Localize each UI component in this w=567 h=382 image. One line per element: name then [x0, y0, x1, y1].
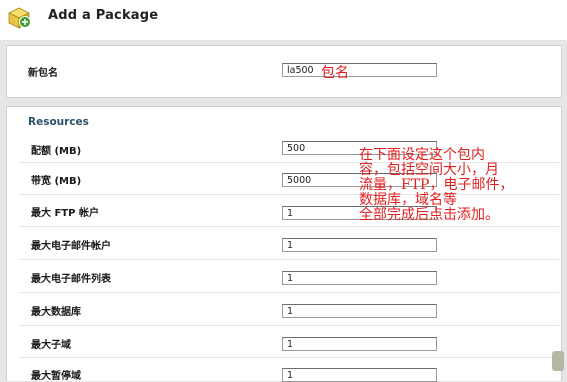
package-name-panel: 新包名 — [6, 45, 562, 98]
package-name-row: 新包名 — [19, 46, 559, 97]
resource-row-email: 最大电子邮件帐户 — [19, 226, 559, 260]
max-ftp-accounts-label: 最大 FTP 帐户 — [31, 208, 99, 219]
max-email-accounts-label: 最大电子邮件帐户 — [31, 241, 111, 252]
instructions-line: 在下面设定这个包内 — [359, 147, 485, 163]
instructions-annotation: 在下面设定这个包内 容，包括空间大小，月 流量，FTP，电子邮件， 数据库，域名… — [359, 148, 567, 223]
instructions-line: 数据库，域名等 — [359, 192, 457, 208]
instructions-line: 全部完成后点击添加。 — [359, 207, 499, 223]
cropped-edge-mark — [552, 351, 564, 371]
resource-row-databases: 最大数据库 — [19, 292, 559, 326]
resources-section-title: Resources — [28, 116, 89, 128]
package-add-icon — [8, 7, 31, 29]
instructions-line: 流量，FTP，电子邮件， — [359, 177, 514, 193]
page-header: Add a Package — [0, 0, 567, 40]
quota-label: 配额 (MB) — [31, 146, 82, 157]
bandwidth-label: 带宽 (MB) — [31, 176, 82, 187]
max-email-accounts-input[interactable] — [282, 238, 437, 252]
package-name-input[interactable] — [282, 63, 437, 77]
max-subdomains-input[interactable] — [282, 337, 437, 351]
package-name-annotation: 包名 — [321, 65, 349, 81]
max-mailing-lists-label: 最大电子邮件列表 — [31, 274, 111, 285]
max-mailing-lists-input[interactable] — [282, 271, 437, 285]
resource-row-subdomains: 最大子域 — [19, 325, 559, 358]
max-parked-domains-input[interactable] — [282, 368, 437, 382]
max-parked-domains-label: 最大暂停域 — [31, 371, 81, 382]
instructions-line: 容，包括空间大小，月 — [359, 162, 499, 178]
max-databases-label: 最大数据库 — [31, 307, 81, 318]
max-subdomains-label: 最大子域 — [31, 340, 71, 351]
max-databases-input[interactable] — [282, 304, 437, 318]
resource-row-parked-domains: 最大暂停域 — [19, 357, 559, 382]
page-title: Add a Package — [48, 8, 159, 23]
package-name-label: 新包名 — [28, 68, 58, 79]
resource-row-mailing-lists: 最大电子邮件列表 — [19, 259, 559, 293]
